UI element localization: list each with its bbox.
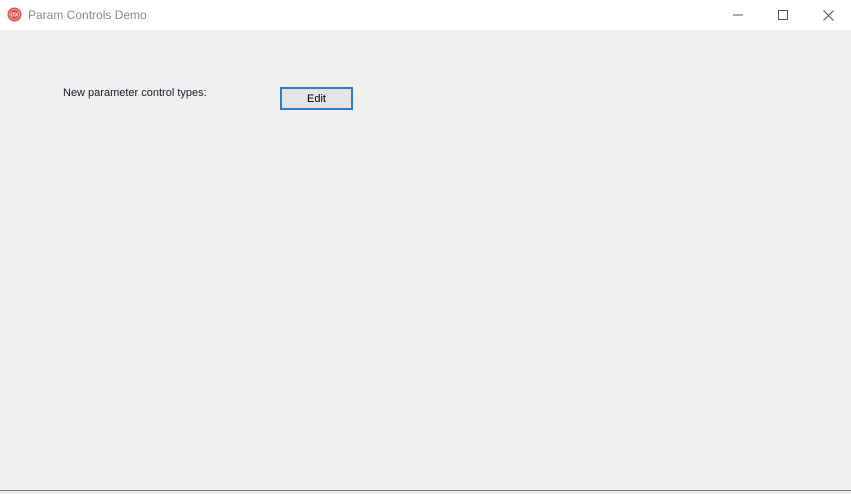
maximize-icon: [778, 10, 788, 20]
close-button[interactable]: [805, 0, 851, 30]
app-window: OX Param Controls Demo New parameter con…: [0, 0, 851, 494]
minimize-button[interactable]: [715, 0, 761, 30]
close-icon: [822, 9, 834, 21]
window-title: Param Controls Demo: [28, 8, 147, 22]
svg-text:OX: OX: [11, 13, 19, 19]
window-bottom-border: [0, 490, 851, 494]
maximize-button[interactable]: [760, 0, 806, 30]
minimize-icon: [733, 10, 743, 20]
app-logo-icon: OX: [7, 7, 22, 22]
title-bar[interactable]: OX Param Controls Demo: [0, 0, 851, 30]
parameter-control-label: New parameter control types:: [63, 87, 207, 99]
edit-button[interactable]: Edit: [280, 87, 353, 110]
